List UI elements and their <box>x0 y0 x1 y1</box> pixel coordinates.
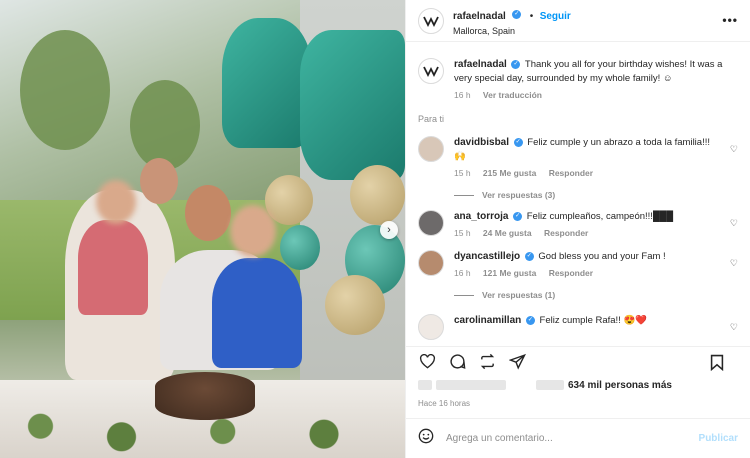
comment-like-heart-icon[interactable]: ♡ <box>730 144 738 155</box>
next-photo-button[interactable]: › <box>380 221 398 239</box>
post-photo[interactable]: › <box>0 0 405 458</box>
likes-summary[interactable]: 634 mil personas más <box>406 376 750 394</box>
comment-username[interactable]: dyancastillejo <box>454 251 520 262</box>
commenter-avatar[interactable] <box>418 210 444 236</box>
heart-icon[interactable] <box>418 353 436 371</box>
comment-icon[interactable] <box>448 353 466 371</box>
photo-tree <box>20 30 110 150</box>
separator-dot: • <box>529 10 534 22</box>
comment-text: Feliz cumple Rafa!! 😍❤️ <box>539 315 648 326</box>
person-face <box>230 205 276 257</box>
verified-badge-icon: ✓ <box>524 251 534 261</box>
comment-input[interactable]: Agrega un comentario... <box>446 433 699 444</box>
author-username[interactable]: rafaelnadal <box>453 11 506 22</box>
comment-username[interactable]: davidbisbal <box>454 137 509 148</box>
post-modal: › rafaelnadal ✓ • Seguir Mallorca, Spain… <box>0 0 750 458</box>
add-comment-bar: Agrega un comentario... Publicar <box>406 418 750 458</box>
liker-name-blur <box>536 380 564 390</box>
more-options-icon[interactable]: ••• <box>722 13 738 27</box>
comment-item: ana_torroja ✓ Feliz cumpleaños, campeón!… <box>418 210 738 238</box>
rafa-logo-icon <box>423 16 439 27</box>
verified-badge-icon: ✓ <box>525 315 535 325</box>
view-replies-link[interactable]: Ver respuestas (3) <box>454 190 738 200</box>
comment-time: 15 h <box>454 228 471 238</box>
author-avatar[interactable] <box>418 58 444 84</box>
reply-button[interactable]: Responder <box>549 168 593 178</box>
publish-button[interactable]: Publicar <box>699 433 738 444</box>
comment-likes[interactable]: 24 Me gusta <box>483 228 532 238</box>
person-face <box>140 158 178 204</box>
photo-leaves <box>0 405 405 458</box>
comment-item: carolinamillan ✓ Feliz cumple Rafa!! 😍❤️… <box>418 314 738 340</box>
post-caption: rafaelnadal ✓ Thank you all for your bir… <box>418 58 738 100</box>
comment-username[interactable]: carolinamillan <box>454 315 521 326</box>
balloon <box>325 275 385 335</box>
translate-link[interactable]: Ver traducción <box>483 90 542 100</box>
commenter-avatar[interactable] <box>418 314 444 340</box>
verified-badge-icon: ✓ <box>512 9 522 19</box>
comment-item: davidbisbal ✓ Feliz cumple y un abrazo a… <box>418 136 738 178</box>
commenter-avatar[interactable] <box>418 136 444 162</box>
number-balloon <box>300 30 405 180</box>
para-ti-label: Para ti <box>418 114 445 124</box>
comment-like-heart-icon[interactable]: ♡ <box>730 218 738 229</box>
chevron-right-icon: › <box>387 224 391 236</box>
balloon <box>350 165 405 225</box>
comment-like-heart-icon[interactable]: ♡ <box>730 322 738 333</box>
person-face <box>96 180 136 224</box>
comment-like-heart-icon[interactable]: ♡ <box>730 258 738 269</box>
number-balloon <box>222 18 312 148</box>
comment-time: 16 h <box>454 268 471 278</box>
person-baby <box>78 220 148 315</box>
likes-count-text[interactable]: 634 mil personas más <box>568 380 672 391</box>
bookmark-icon[interactable] <box>708 353 726 371</box>
post-details-panel: rafaelnadal ✓ • Seguir Mallorca, Spain •… <box>405 0 750 458</box>
comment-likes[interactable]: 215 Me gusta <box>483 168 536 178</box>
author-avatar[interactable] <box>418 7 444 34</box>
share-icon[interactable] <box>508 353 526 371</box>
reply-button[interactable]: Responder <box>544 228 588 238</box>
person-boy <box>212 258 302 368</box>
post-actions-bar <box>406 346 750 376</box>
view-replies-link[interactable]: Ver respuestas (1) <box>454 290 738 300</box>
verified-badge-icon: ✓ <box>513 137 523 147</box>
comment-username[interactable]: ana_torroja <box>454 211 508 222</box>
rafa-logo-icon <box>423 66 439 77</box>
post-header: rafaelnadal ✓ • Seguir Mallorca, Spain •… <box>406 0 750 42</box>
comment-time: 15 h <box>454 168 471 178</box>
liker-avatar-blur <box>418 380 432 390</box>
verified-badge-icon: ✓ <box>511 59 521 69</box>
liker-name-blur <box>436 380 506 390</box>
comment-item: dyancastillejo ✓ God bless you and your … <box>418 250 738 278</box>
follow-button[interactable]: Seguir <box>540 11 571 22</box>
caption-username[interactable]: rafaelnadal <box>454 59 507 70</box>
reply-button[interactable]: Responder <box>549 268 593 278</box>
comment-likes[interactable]: 121 Me gusta <box>483 268 536 278</box>
comments-list: rafaelnadal ✓ Thank you all for your bir… <box>406 42 750 346</box>
person-face <box>185 185 231 241</box>
emoji-icon[interactable] <box>418 428 434 449</box>
verified-badge-icon: ✓ <box>513 211 523 221</box>
post-time-ago: Hace 16 horas <box>418 398 471 408</box>
comment-text: Feliz cumpleaños, campeón!!!███ <box>526 211 674 222</box>
photo-tree <box>130 80 200 170</box>
post-location[interactable]: Mallorca, Spain <box>453 26 571 36</box>
balloon <box>280 225 320 270</box>
comment-text: God bless you and your Fam ! <box>538 251 666 262</box>
caption-time: 16 h <box>454 90 471 100</box>
repost-icon[interactable] <box>478 353 496 371</box>
commenter-avatar[interactable] <box>418 250 444 276</box>
